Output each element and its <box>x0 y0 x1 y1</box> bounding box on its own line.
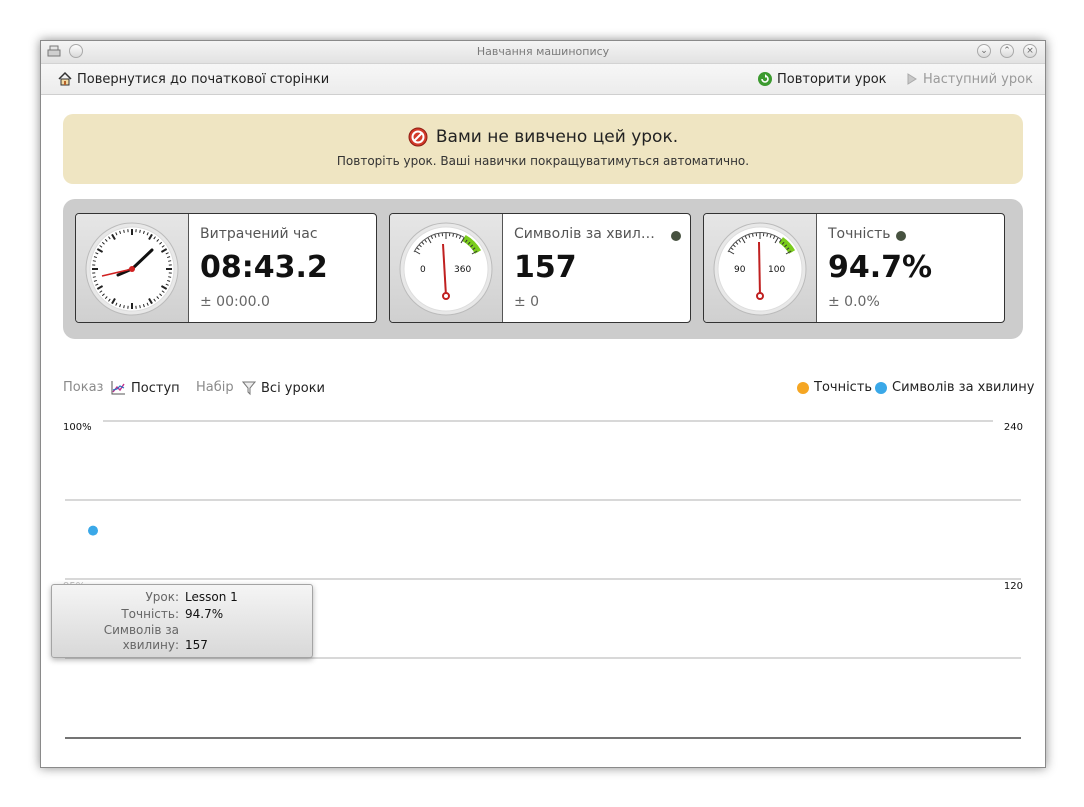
accuracy-indicator-dot <box>896 231 906 241</box>
speed-value: 157 <box>514 250 577 285</box>
play-icon <box>907 73 917 85</box>
time-label: Витрачений час <box>200 226 318 242</box>
clock-tick <box>139 305 141 309</box>
gauge-tick <box>752 233 754 237</box>
clock-tick <box>123 305 125 309</box>
banner-title: Вами не вивчено цей урок. <box>435 127 679 147</box>
chart-tooltip: Урок: Lesson 1 Точність: 94.7% Символів … <box>51 584 313 658</box>
clock-icon <box>85 222 179 316</box>
clock-tick <box>92 260 96 262</box>
speed-gauge-area: 0 360 <box>390 214 503 322</box>
home-icon <box>58 71 72 86</box>
speed-deviation: ± 0 <box>514 294 540 310</box>
tooltip-accuracy-key: Точність: <box>121 607 179 621</box>
set-filter-value: Всі уроки <box>261 380 326 396</box>
progress-chart: 100% 95% 240 120 <box>63 415 1023 745</box>
accuracy-value: 94.7% <box>828 250 933 285</box>
time-card: Витрачений час 08:43.2 ± 00:00.0 <box>75 213 377 323</box>
time-value: 08:43.2 <box>200 250 328 285</box>
clock-area <box>76 214 189 322</box>
speed-data-point[interactable] <box>88 525 98 536</box>
show-filter-label: Показ <box>63 380 104 395</box>
show-filter-value: Поступ <box>131 380 180 396</box>
clock-tick <box>123 229 125 233</box>
accuracy-gauge-icon: 90 100 <box>713 222 807 316</box>
accuracy-gauge-max: 100 <box>768 265 785 275</box>
accuracy-card: 90 100 Точність 94.7% ± 0.0% <box>703 213 1005 323</box>
refresh-icon <box>758 72 772 86</box>
clock-tick <box>92 276 96 278</box>
tooltip-speed-key-2: хвилину: <box>122 638 179 652</box>
forbidden-icon <box>408 127 428 147</box>
result-banner: Вами не вивчено цей урок. Повторіть урок… <box>63 114 1023 184</box>
show-filter-combo[interactable]: Поступ <box>110 380 180 396</box>
gauge-tick <box>438 233 440 237</box>
tooltip-speed-value: 157 <box>185 638 208 652</box>
speed-label: Символів за хвил… <box>514 226 655 242</box>
legend-speed: Символів за хвилину <box>875 380 1034 395</box>
speed-gauge-min: 0 <box>420 265 426 275</box>
minimize-button[interactable]: ⌄ <box>977 44 991 58</box>
speed-gauge-icon: 0 360 <box>399 222 493 316</box>
repeat-lesson-button[interactable]: Повторити урок <box>757 70 887 88</box>
speed-indicator-dot <box>671 231 681 241</box>
tooltip-lesson-value: Lesson 1 <box>185 590 238 604</box>
next-lesson-label: Наступний урок <box>923 71 1033 87</box>
window-title: Навчання машинопису <box>476 45 610 58</box>
left-axis-label-top: 100% <box>63 422 92 433</box>
accuracy-gauge-area: 90 100 <box>704 214 817 322</box>
legend-speed-dot <box>875 381 887 394</box>
time-deviation: ± 00:00.0 <box>200 294 270 310</box>
right-axis-label-mid: 120 <box>1003 581 1023 592</box>
clock-tick <box>168 276 172 278</box>
clock-tick <box>139 229 141 233</box>
main-window: Навчання машинопису ⌄ ⌃ × Повернутися до… <box>40 40 1046 768</box>
set-filter-combo[interactable]: Всі уроки <box>242 380 325 396</box>
filter-bar: Показ Поступ Набір Всі уроки Точність Си… <box>63 378 1034 398</box>
set-filter: Набір <box>196 380 234 395</box>
accuracy-gauge-min: 90 <box>734 265 746 275</box>
stats-panel: Витрачений час 08:43.2 ± 00:00.0 0 360 С… <box>63 199 1023 339</box>
filter-icon <box>242 381 256 396</box>
repeat-lesson-label: Повторити урок <box>777 71 887 87</box>
accuracy-label: Точність <box>828 226 891 242</box>
legend-accuracy: Точність <box>797 380 872 395</box>
home-button-label: Повернутися до початкової сторінки <box>77 71 330 87</box>
home-button[interactable]: Повернутися до початкової сторінки <box>57 70 329 88</box>
toolbar: Повернутися до початкової сторінки Повто… <box>41 64 1045 95</box>
legend-accuracy-label: Точність <box>814 380 873 395</box>
set-filter-label: Набір <box>196 380 234 395</box>
chart-icon <box>111 381 125 395</box>
close-button[interactable]: × <box>1023 44 1037 58</box>
banner-title-row: Вами не вивчено цей урок. <box>63 127 1023 147</box>
progress-chart-svg <box>65 420 1021 739</box>
legend-accuracy-dot <box>797 381 809 394</box>
maximize-button[interactable]: ⌃ <box>1000 44 1014 58</box>
gauge-tick <box>452 233 454 237</box>
next-lesson-button[interactable]: Наступний урок <box>905 70 1033 88</box>
banner-subtitle: Повторіть урок. Ваші навички покращувати… <box>336 154 750 168</box>
title-bar: Навчання машинопису ⌄ ⌃ × <box>41 41 1045 64</box>
tooltip-speed-key-1: Символів за <box>103 623 179 637</box>
gauge-tick <box>766 233 768 237</box>
accuracy-deviation: ± 0.0% <box>828 294 880 310</box>
tooltip-accuracy-value: 94.7% <box>185 607 224 621</box>
speed-gauge-max: 360 <box>454 265 471 275</box>
content-area: Вами не вивчено цей урок. Повторіть урок… <box>41 95 1045 767</box>
tooltip-lesson-key: Урок: <box>145 590 179 604</box>
legend-speed-label: Символів за хвилину <box>892 380 1035 395</box>
right-axis-label-top: 240 <box>1003 422 1023 433</box>
clock-tick <box>168 260 172 262</box>
speed-card: 0 360 Символів за хвил… 157 ± 0 <box>389 213 691 323</box>
show-filter: Показ <box>63 380 103 395</box>
